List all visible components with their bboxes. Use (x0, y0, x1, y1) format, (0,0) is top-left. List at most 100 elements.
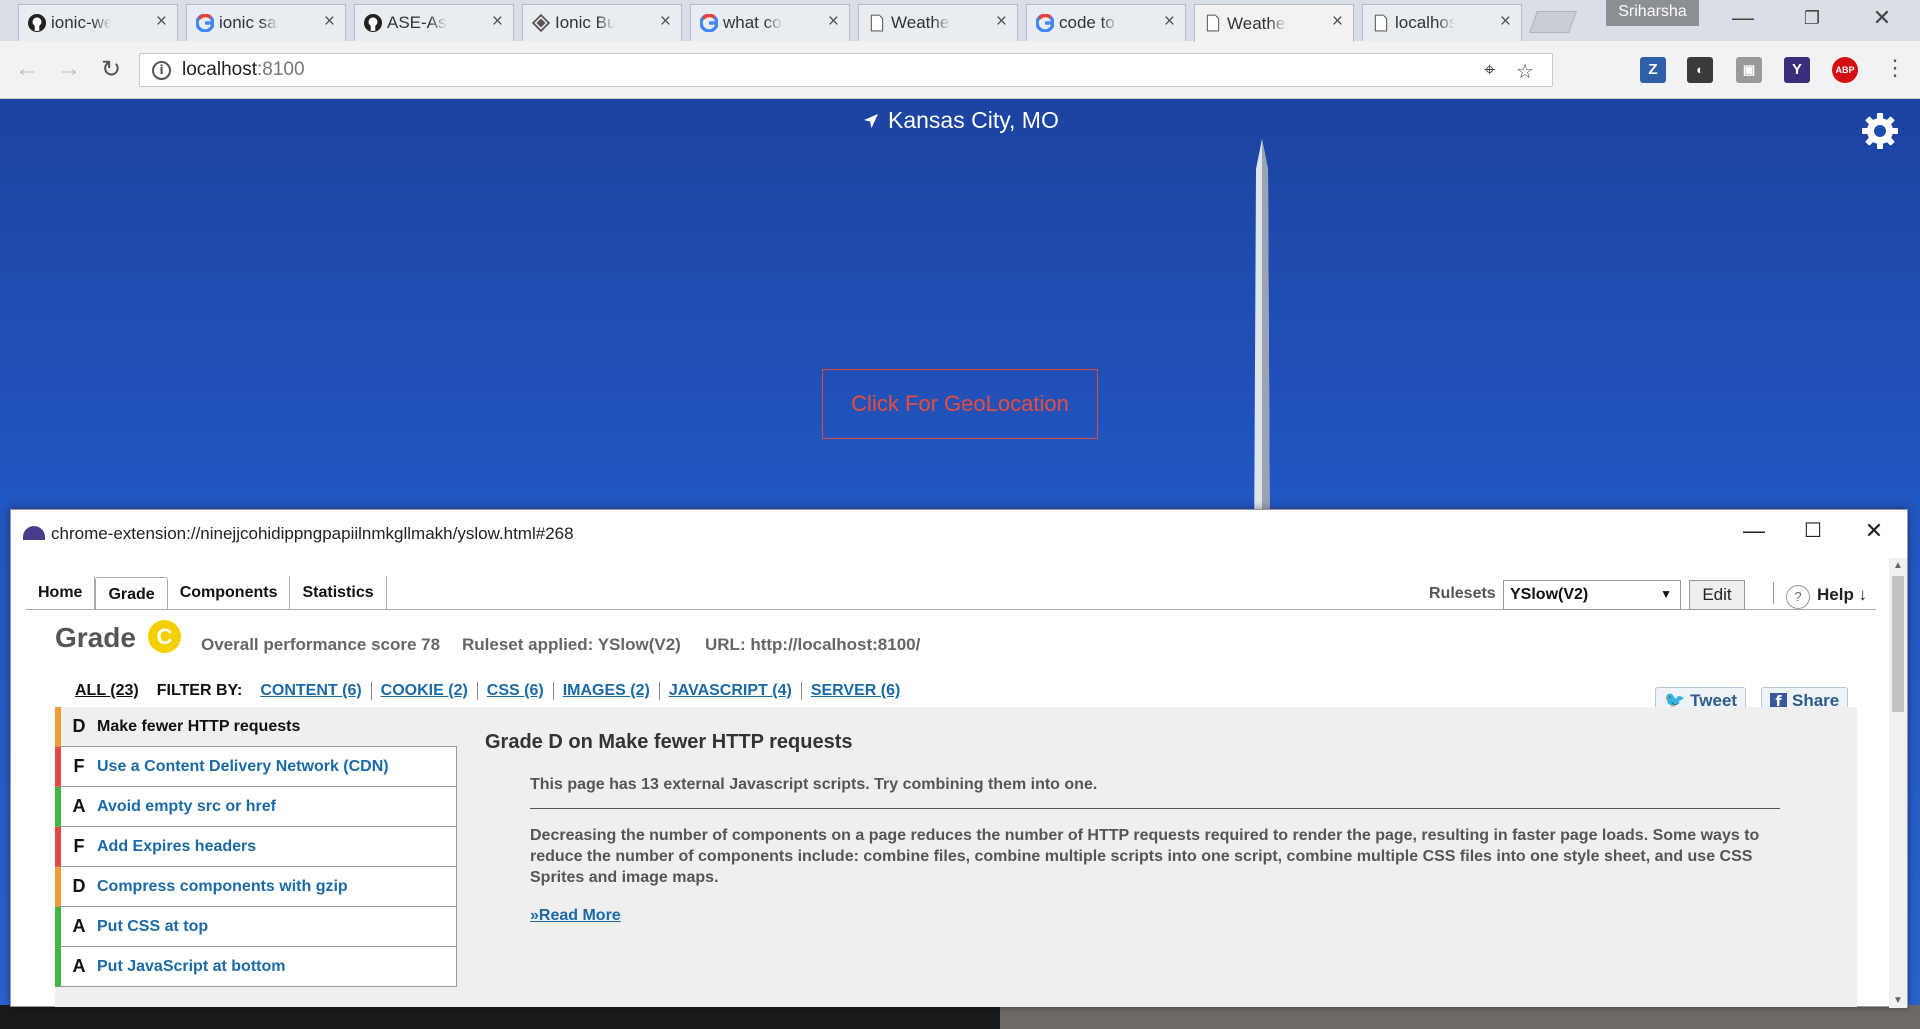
zotero-icon[interactable]: Z (1640, 57, 1666, 83)
page-icon (1206, 14, 1220, 32)
browser-tab-2[interactable]: ionic sam × (186, 4, 346, 41)
rule-item-gzip[interactable]: D Compress components with gzip (55, 867, 457, 907)
close-tab-icon[interactable]: × (1164, 12, 1175, 32)
yslow-icon[interactable]: Y (1784, 57, 1810, 83)
rule-item-js-bottom[interactable]: A Put JavaScript at bottom (55, 947, 457, 987)
settings-gear-icon[interactable] (1860, 111, 1900, 151)
info-icon[interactable]: i (152, 61, 171, 80)
tab-label: Ionic Butt (555, 13, 615, 32)
browser-tab-5[interactable]: what corc × (690, 4, 850, 41)
github-icon (364, 14, 382, 32)
filter-content[interactable]: CONTENT (6) (260, 682, 372, 700)
scrollbar-thumb[interactable] (1892, 576, 1904, 712)
page-bottom-image-right (1000, 1005, 1920, 1029)
google-icon (700, 14, 718, 32)
lightbulb-icon[interactable]: ◐ (1687, 57, 1713, 83)
close-tab-icon[interactable]: × (828, 12, 839, 32)
rule-grade: F (73, 836, 85, 856)
yslow-popup-window: chrome-extension://ninejjcohidippngpapii… (10, 509, 1908, 1008)
ruleset-select[interactable]: YSlow(V2) ▼ (1503, 580, 1681, 610)
minimize-icon[interactable]: — (1734, 518, 1774, 544)
rule-item-expires-headers[interactable]: F Add Expires headers (55, 827, 457, 867)
help-divider (1773, 582, 1774, 604)
overall-score: Overall performance score 78 (201, 635, 441, 654)
tab-components[interactable]: Components (168, 576, 291, 609)
rule-detail-description: Decreasing the number of components on a… (530, 827, 1760, 886)
minimize-icon[interactable]: — (1723, 5, 1763, 31)
maximize-icon[interactable]: ☐ (1793, 518, 1833, 543)
filter-server[interactable]: SERVER (6) (802, 682, 910, 700)
filter-bar: ALL (23) FILTER BY: CONTENT (6) COOKIE (… (75, 682, 909, 700)
browser-tab-9[interactable]: localhost: × (1362, 4, 1522, 41)
new-tab-button[interactable] (1528, 11, 1578, 33)
filter-images[interactable]: IMAGES (2) (554, 682, 660, 700)
edit-ruleset-button[interactable]: Edit (1689, 580, 1745, 610)
restore-icon[interactable]: ❐ (1792, 8, 1832, 29)
browser-tab-1[interactable]: ionic-wea × (18, 4, 178, 41)
rule-item-cdn[interactable]: F Use a Content Delivery Network (CDN) (55, 747, 457, 787)
bookmark-star-icon[interactable]: ☆ (1516, 59, 1534, 84)
filter-cookie[interactable]: COOKIE (2) (372, 682, 478, 700)
tab-label: Weather (1227, 13, 1287, 33)
forward-arrow-icon[interactable]: → (54, 55, 84, 83)
analyzed-url: URL: http://localhost:8100/ (705, 635, 921, 654)
tab-label: Weather (891, 13, 951, 32)
help-link[interactable]: Help ↓ (1817, 585, 1867, 605)
location-target-icon[interactable]: ⌖ (1484, 59, 1495, 82)
close-tab-icon[interactable]: × (1500, 12, 1511, 32)
church-spire-image (1254, 139, 1270, 559)
current-location: Kansas City, MO (862, 107, 1059, 134)
back-arrow-icon[interactable]: ← (12, 55, 42, 83)
tab-label: ionic sam (219, 13, 279, 32)
close-tab-icon[interactable]: × (1332, 12, 1343, 32)
filter-by-label: FILTER BY: (156, 682, 243, 699)
camera-icon[interactable]: ▣ (1736, 57, 1762, 83)
help-question-icon[interactable]: ? (1786, 585, 1810, 609)
tab-grade[interactable]: Grade (95, 577, 168, 610)
tab-label: localhost: (1395, 13, 1455, 32)
ruleset-applied: Ruleset applied: YSlow(V2) (462, 635, 681, 654)
rule-name: Add Expires headers (97, 837, 257, 855)
browser-tab-6[interactable]: Weather × (858, 4, 1018, 41)
rule-name: Compress components with gzip (97, 877, 348, 895)
grade-heading: Grade (55, 622, 136, 653)
yslow-tabs: Home Grade Components Statistics (26, 576, 387, 610)
filter-javascript[interactable]: JAVASCRIPT (4) (660, 682, 802, 700)
close-window-icon[interactable]: ✕ (1854, 518, 1894, 544)
location-arrow-icon (864, 113, 878, 128)
close-tab-icon[interactable]: × (660, 12, 671, 32)
rule-item-empty-src[interactable]: A Avoid empty src or href (55, 787, 457, 827)
adblock-icon[interactable]: ABP (1832, 57, 1858, 83)
browser-tab-7[interactable]: code to n × (1026, 4, 1186, 41)
yslow-scrollbar[interactable]: ▲ ▼ (1889, 558, 1907, 1008)
tab-strip: ionic-wea × ionic sam × ASE-Assig × Ioni… (0, 0, 1920, 42)
url-host: localhost (182, 59, 257, 80)
geolocation-button[interactable]: Click For GeoLocation (822, 369, 1098, 439)
rule-detail: Grade D on Make fewer HTTP requests This… (485, 731, 1845, 925)
read-more-link[interactable]: »Read More (530, 907, 1845, 925)
profile-badge[interactable]: Sriharsha (1606, 0, 1699, 26)
rule-item-http-requests[interactable]: D Make fewer HTTP requests (55, 707, 457, 747)
close-tab-icon[interactable]: × (324, 12, 335, 32)
browser-tab-3[interactable]: ASE-Assig × (354, 4, 514, 41)
browser-tab-4[interactable]: Ionic Butt × (522, 4, 682, 41)
tab-statistics[interactable]: Statistics (290, 576, 387, 609)
close-tab-icon[interactable]: × (156, 12, 167, 32)
scroll-down-icon[interactable]: ▼ (1889, 995, 1907, 1006)
address-bar[interactable]: i localhost:8100 ⌖ ☆ (139, 53, 1553, 87)
reload-icon[interactable]: ↻ (96, 55, 126, 84)
close-window-icon[interactable]: ✕ (1862, 5, 1902, 31)
close-tab-icon[interactable]: × (492, 12, 503, 32)
browser-tab-8[interactable]: Weather × (1194, 4, 1354, 42)
filter-all[interactable]: ALL (23) (75, 682, 139, 700)
close-tab-icon[interactable]: × (996, 12, 1007, 32)
tab-home[interactable]: Home (26, 576, 96, 609)
page-icon (1374, 14, 1388, 32)
tab-label: ASE-Assig (387, 13, 447, 32)
scroll-up-icon[interactable]: ▲ (1889, 560, 1907, 571)
tab-label: what corc (723, 13, 783, 32)
rule-item-css-top[interactable]: A Put CSS at top (55, 907, 457, 947)
rule-grade: A (72, 956, 86, 976)
menu-kebab-icon[interactable]: ⋮ (1880, 55, 1910, 81)
filter-css[interactable]: CSS (6) (478, 682, 554, 700)
